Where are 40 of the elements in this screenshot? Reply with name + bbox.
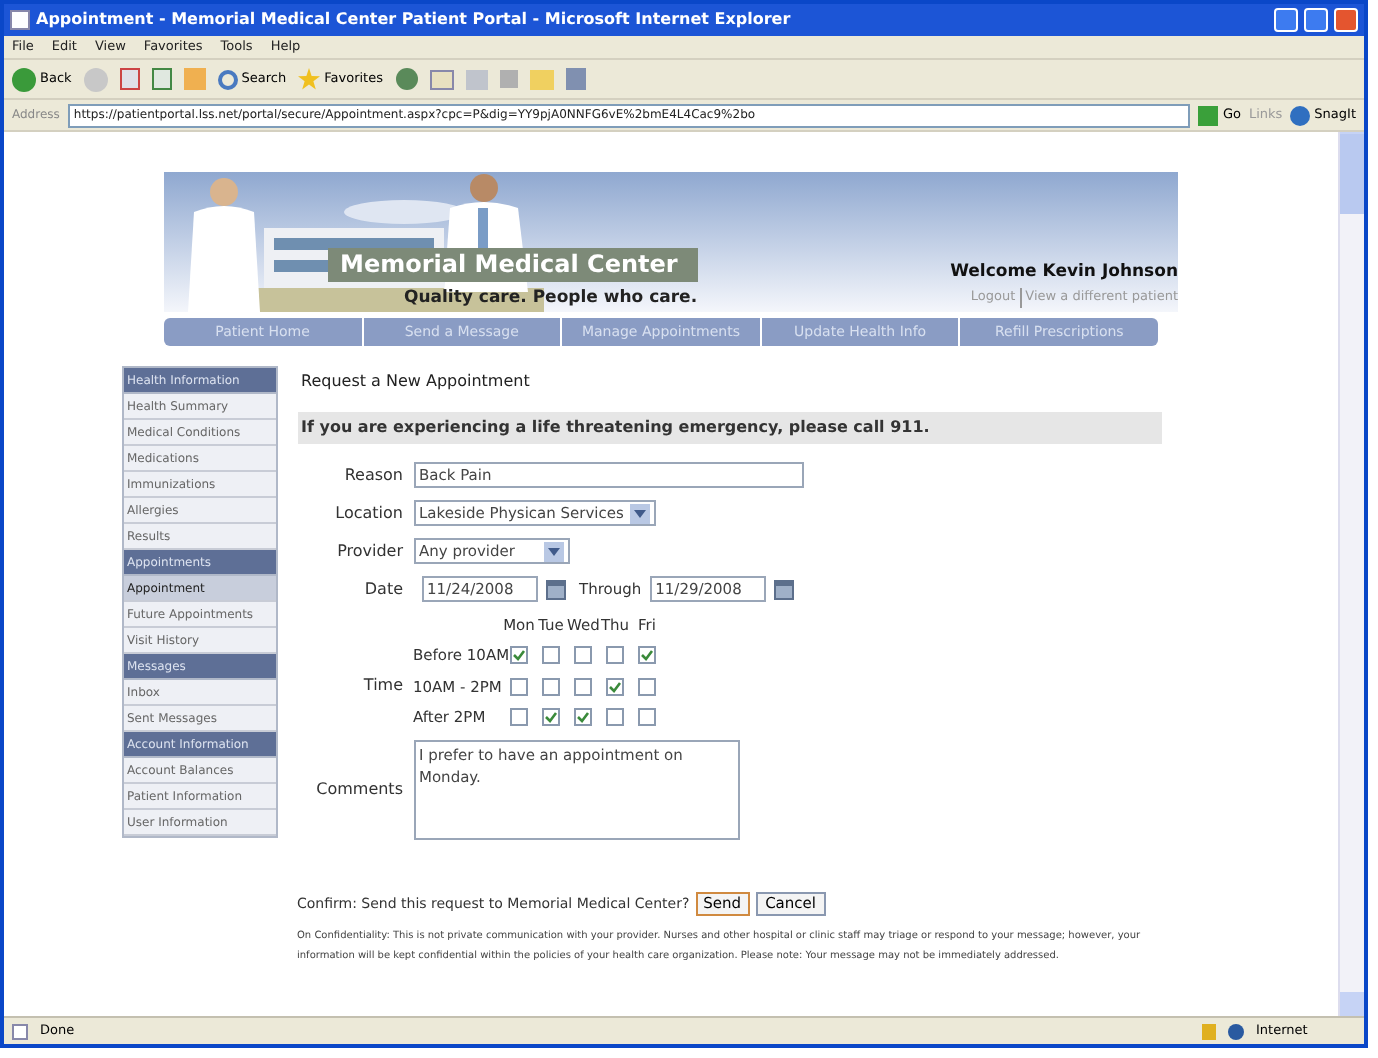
- emergency-notice: If you are experiencing a life threatening emergency, please call 911.: [297, 412, 1161, 444]
- calendar-icon[interactable]: [545, 579, 565, 599]
- dropdown-arrow-icon[interactable]: [629, 503, 650, 523]
- checkbox[interactable]: [638, 707, 656, 726]
- check-icon: [512, 648, 526, 663]
- checkbox[interactable]: [606, 677, 624, 696]
- checkbox[interactable]: [606, 646, 624, 665]
- field-label: Reason: [342, 463, 405, 487]
- checkbox[interactable]: [638, 677, 656, 696]
- checkbox[interactable]: [510, 707, 528, 726]
- checkbox[interactable]: [542, 677, 560, 696]
- field-label: Time: [361, 673, 405, 697]
- checkbox[interactable]: [574, 646, 592, 665]
- check-icon: [608, 679, 622, 694]
- check-icon: [576, 709, 590, 724]
- welcome-text: Welcome Kevin Johnson: [950, 260, 1178, 286]
- field-label: Comments: [314, 778, 405, 802]
- check-icon: [544, 709, 558, 724]
- window-title: Appointment - Memorial Medical Center Patient Portal - Microsoft Internet Explorer: [36, 8, 793, 32]
- checkbox[interactable]: [510, 677, 528, 696]
- field-label: Provider: [335, 539, 405, 563]
- star-icon: [298, 68, 321, 90]
- checkbox[interactable]: [574, 677, 592, 696]
- dropdown-arrow-icon[interactable]: [543, 541, 563, 561]
- checkbox[interactable]: [510, 646, 528, 665]
- check-icon: [640, 648, 654, 663]
- page-heading: Request a New Appointment: [299, 370, 532, 394]
- checkbox[interactable]: [574, 707, 592, 726]
- close-button[interactable]: [1334, 8, 1358, 32]
- calendar-icon[interactable]: [773, 579, 794, 599]
- field-label: Date: [362, 577, 405, 601]
- checkbox[interactable]: [638, 646, 656, 665]
- maximize-button[interactable]: [1304, 8, 1328, 32]
- tagline: Quality care. People who care.: [404, 286, 698, 310]
- hospital-name: Memorial Medical Center: [340, 250, 678, 280]
- field-label: Location: [333, 501, 405, 525]
- minimize-button[interactable]: [1274, 8, 1298, 32]
- checkbox[interactable]: [542, 707, 560, 726]
- checkbox[interactable]: [606, 707, 624, 726]
- checkbox[interactable]: [542, 646, 560, 665]
